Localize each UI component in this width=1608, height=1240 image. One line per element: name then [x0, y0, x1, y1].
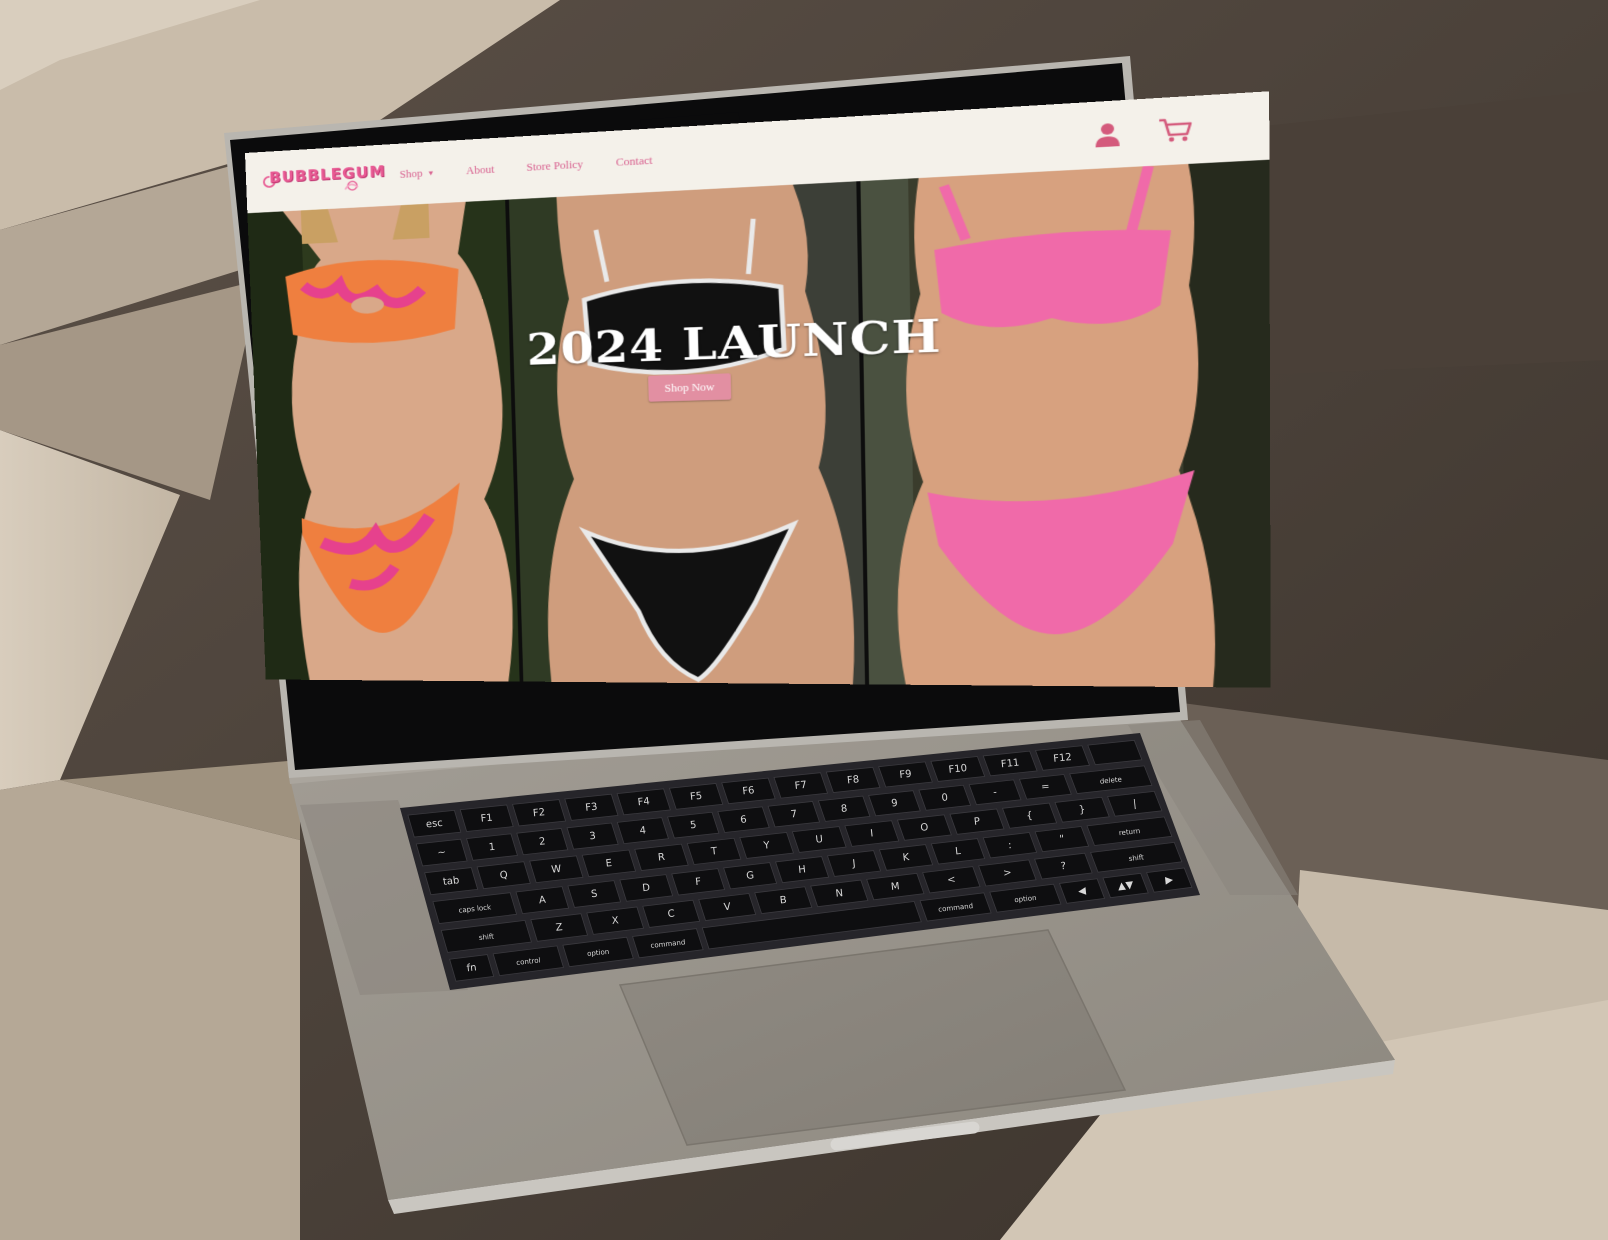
keyboard-key-label: F6: [742, 785, 755, 797]
nav-item-label: Shop: [399, 166, 423, 181]
keyboard-key-label: Z: [555, 922, 563, 934]
keyboard-key-label: R: [657, 852, 665, 864]
keyboard-key-label: =: [1041, 781, 1050, 793]
keyboard-key-label: F2: [532, 807, 545, 819]
keyboard-key-label: G: [746, 870, 755, 882]
nav-item-store-policy[interactable]: Store Policy: [526, 158, 583, 174]
keyboard-key-label: 3: [589, 831, 596, 843]
hero-image-black-bikini: [508, 181, 866, 685]
keyboard-key-label: O: [920, 822, 929, 834]
keyboard-key-label: F5: [690, 791, 703, 803]
keyboard-key-label: shift: [1128, 853, 1144, 863]
keyboard-key-label: {: [1026, 810, 1033, 822]
keyboard-key-label: V: [723, 902, 731, 914]
keyboard-key: [1087, 739, 1143, 766]
hero-title: 2024 LAUNCH: [525, 308, 943, 375]
keyboard-key-label: X: [611, 915, 619, 927]
keyboard-key-label: 8: [840, 803, 847, 815]
nav-item-label: About: [465, 162, 495, 177]
keyboard-key-label: U: [815, 834, 823, 846]
chevron-down-icon: ▼: [426, 168, 435, 177]
hero-image-pink-bikini: [860, 159, 1271, 688]
nav-item-contact[interactable]: Contact: [616, 154, 653, 169]
keyboard-key-label: P: [973, 816, 980, 828]
keyboard-key-label: 1: [488, 842, 495, 854]
keyboard-key-label: F12: [1053, 752, 1073, 765]
keyboard-key-label: A: [538, 895, 546, 907]
keyboard-key-label: W: [551, 864, 562, 876]
shop-now-button[interactable]: Shop Now: [648, 373, 732, 402]
keyboard-key-label: B: [779, 895, 787, 907]
keyboard-key-label: 5: [690, 820, 697, 832]
keyboard-key-label: shift: [478, 932, 494, 942]
keyboard-key-label: tab: [442, 875, 459, 888]
keyboard-key-label: 6: [740, 814, 747, 826]
cart-icon[interactable]: [1157, 115, 1193, 145]
keyboard-key-label: >: [1003, 867, 1012, 879]
nav-item-about[interactable]: About: [466, 163, 495, 178]
user-icon[interactable]: [1093, 121, 1122, 149]
keyboard-key-label: F8: [847, 774, 860, 786]
website-screen: BUBBLEGUM Shop ▼ About Store Policy Cont…: [245, 91, 1271, 688]
keyboard-key-label: ▶: [1165, 875, 1174, 887]
keyboard-key-label: F9: [899, 769, 912, 781]
keyboard-key-label: F11: [1000, 758, 1020, 771]
keyboard-key-label: C: [667, 908, 675, 920]
keyboard-key-label: 9: [891, 798, 898, 810]
keyboard-key-label: ◀: [1078, 886, 1087, 898]
nav-item-label: Store Policy: [526, 157, 584, 173]
nav-item-shop[interactable]: Shop ▼: [399, 166, 434, 181]
keyboard-key-label: }: [1078, 804, 1085, 816]
keyboard-key-label: N: [835, 888, 844, 900]
keyboard-key-label: H: [798, 864, 807, 876]
keyboard-key-label: 0: [941, 792, 948, 804]
keyboard-key-label: F7: [794, 780, 807, 792]
keyboard-key-label: ~: [437, 847, 446, 859]
keyboard-key-label: esc: [425, 818, 443, 831]
keyboard-key-label: F10: [948, 763, 968, 776]
keyboard-key-label: ?: [1060, 861, 1066, 872]
keyboard-key-label: E: [605, 858, 612, 870]
keyboard-key-label: D: [642, 882, 651, 894]
keyboard-key-label: <: [947, 874, 956, 886]
hero-image-floral-bikini: [247, 199, 520, 682]
nav-item-label: Contact: [615, 153, 653, 169]
brand-logo[interactable]: BUBBLEGUM: [262, 160, 386, 199]
keyboard-key-label: 4: [639, 825, 646, 837]
keyboard-key-label: F4: [637, 796, 650, 808]
keyboard-key-label: M: [890, 881, 900, 893]
keyboard-key-label: fn: [466, 962, 477, 974]
keyboard-key-label: Q: [499, 870, 508, 882]
keyboard-key-label: 2: [539, 836, 546, 848]
keyboard-key-label: ▲▼: [1117, 880, 1134, 893]
keyboard-key-label: F1: [480, 813, 493, 825]
keyboard-key-label: 7: [790, 809, 797, 821]
keyboard-key-label: S: [591, 889, 598, 901]
hero-banner: 2024 LAUNCH Shop Now: [247, 159, 1271, 688]
keyboard-key-label: F3: [585, 802, 598, 814]
